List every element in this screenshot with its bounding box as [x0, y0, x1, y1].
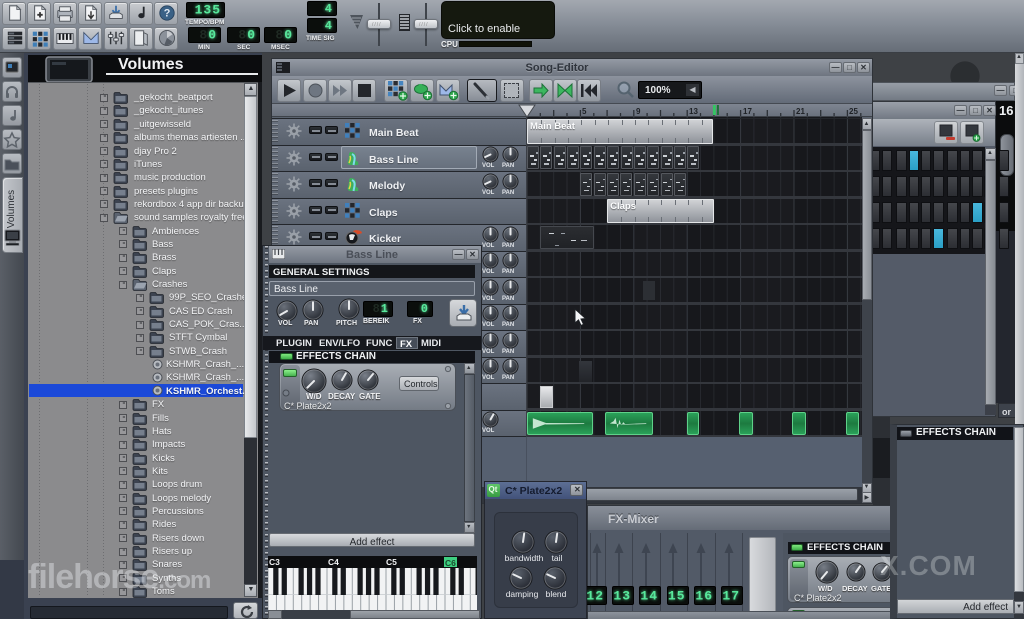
svg-text:5: 5	[582, 107, 587, 116]
svg-text:21: 21	[796, 107, 805, 116]
svg-text:9: 9	[636, 107, 641, 116]
svg-text:13: 13	[689, 107, 698, 116]
svg-text:25: 25	[849, 107, 858, 116]
svg-text:?: ?	[164, 8, 171, 20]
svg-text:17: 17	[743, 107, 752, 116]
